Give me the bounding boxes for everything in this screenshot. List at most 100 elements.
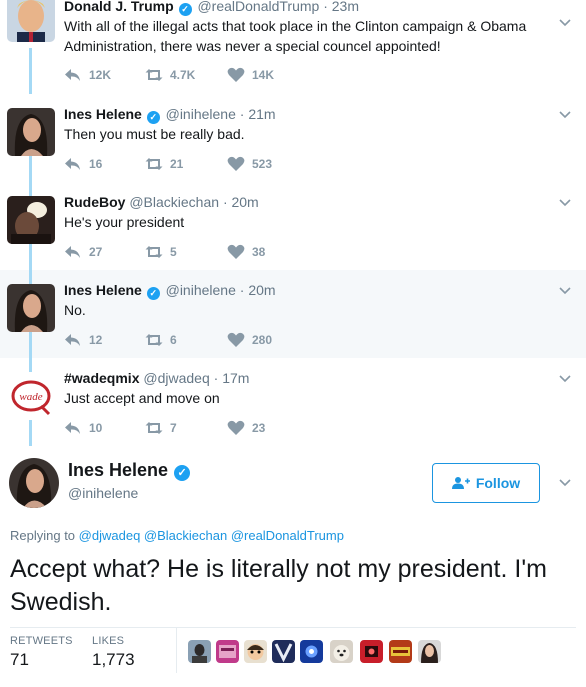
avatar-ines[interactable] xyxy=(7,108,55,156)
like-count: 14K xyxy=(252,68,275,82)
tweet-1[interactable]: Donald J. Trump ✓ @realDonaldTrump · 23m… xyxy=(0,0,586,94)
tweet-time[interactable]: · 17m xyxy=(214,370,250,386)
tweet-header: #wadeqmix @djwadeq · 17m xyxy=(64,370,249,386)
liker-avatar[interactable] xyxy=(360,640,383,663)
liker-avatar[interactable] xyxy=(244,640,267,663)
liker-avatar[interactable] xyxy=(272,640,295,663)
reply-icon xyxy=(65,69,80,81)
author-handle[interactable]: @djwadeq xyxy=(143,370,209,386)
author-handle[interactable]: @realDonaldTrump xyxy=(197,0,319,14)
retweets-label[interactable]: RETWEETS xyxy=(10,635,73,647)
liker-avatar[interactable] xyxy=(300,640,323,663)
retweet-icon xyxy=(145,422,163,434)
avatar-trump[interactable] xyxy=(7,0,55,42)
avatar-rudeboy[interactable] xyxy=(7,196,55,244)
verified-badge-icon: ✓ xyxy=(174,465,191,481)
reply-button[interactable]: 10 xyxy=(64,420,102,436)
reply-count: 12 xyxy=(89,333,103,347)
main-author-name[interactable]: Ines Helene ✓ xyxy=(68,460,192,481)
author-name[interactable]: RudeBoy xyxy=(64,194,125,210)
tweet-text: He's your president xyxy=(64,214,185,230)
tweet-time[interactable]: · 20m xyxy=(240,282,276,298)
author-name[interactable]: Ines Helene xyxy=(64,282,142,298)
retweet-button[interactable]: 7 xyxy=(145,420,177,436)
retweet-count: 21 xyxy=(170,157,184,171)
main-author-name-text[interactable]: Ines Helene xyxy=(68,460,168,480)
retweet-icon xyxy=(145,334,163,346)
tweet-5[interactable]: wade #wadeqmix @djwadeq · 17m Just accep… xyxy=(0,358,586,446)
likes-label[interactable]: LIKES xyxy=(92,635,124,647)
follow-button[interactable]: Follow xyxy=(432,463,540,503)
chevron-down-icon[interactable] xyxy=(558,476,572,490)
author-handle[interactable]: @Blackiechan xyxy=(129,194,219,210)
like-count: 23 xyxy=(252,421,266,435)
chevron-down-icon[interactable] xyxy=(558,108,572,122)
reply-icon xyxy=(65,246,80,258)
liker-avatar[interactable] xyxy=(188,640,211,663)
retweets-value[interactable]: 71 xyxy=(10,650,29,670)
avatar-wadeqmix[interactable]: wade xyxy=(7,372,55,420)
retweet-button[interactable]: 21 xyxy=(145,156,183,172)
heart-icon xyxy=(227,67,245,82)
tweet-text: Just accept and move on xyxy=(64,390,220,406)
reply-button[interactable]: 12K xyxy=(64,67,111,83)
author-name[interactable]: Donald J. Trump xyxy=(64,0,174,14)
author-name[interactable]: #wadeqmix xyxy=(64,370,139,386)
chevron-down-icon[interactable] xyxy=(558,284,572,298)
liker-avatar[interactable] xyxy=(389,640,412,663)
chevron-down-icon[interactable] xyxy=(558,196,572,210)
retweet-count: 4.7K xyxy=(170,68,196,82)
retweet-button[interactable]: 4.7K xyxy=(145,67,195,83)
reply-icon xyxy=(65,158,80,170)
retweet-icon xyxy=(145,158,163,170)
wade-logo-text: wade xyxy=(19,391,42,403)
tweet-header: Ines Helene ✓ @inihelene · 20m xyxy=(64,282,276,300)
retweet-count: 5 xyxy=(170,245,177,259)
author-handle[interactable]: @inihelene xyxy=(166,282,236,298)
verified-badge-icon: ✓ xyxy=(178,3,192,16)
reply-count: 16 xyxy=(89,157,103,171)
tweet-time[interactable]: · 21m xyxy=(240,106,276,122)
tweet-3[interactable]: RudeBoy @Blackiechan · 20m He's your pre… xyxy=(0,182,586,270)
like-button[interactable]: 280 xyxy=(227,332,272,348)
retweet-button[interactable]: 5 xyxy=(145,244,177,260)
main-avatar-ines[interactable] xyxy=(9,458,59,508)
chevron-down-icon[interactable] xyxy=(558,16,572,30)
avatar-ines[interactable] xyxy=(7,284,55,332)
thread-line xyxy=(29,48,32,94)
chevron-down-icon[interactable] xyxy=(558,372,572,386)
stats-separator xyxy=(176,628,177,673)
tweet-time[interactable]: · 23m xyxy=(323,0,359,14)
author-handle[interactable]: @inihelene xyxy=(166,106,236,122)
heart-icon xyxy=(227,156,245,171)
like-button[interactable]: 523 xyxy=(227,156,272,172)
tweet-time[interactable]: · 20m xyxy=(223,194,259,210)
like-button[interactable]: 14K xyxy=(227,67,274,83)
tweet-header: RudeBoy @Blackiechan · 20m xyxy=(64,194,259,210)
likes-value[interactable]: 1,773 xyxy=(92,650,135,670)
author-name[interactable]: Ines Helene xyxy=(64,106,142,122)
tweet-2[interactable]: Ines Helene ✓ @inihelene · 21m Then you … xyxy=(0,94,586,182)
like-button[interactable]: 38 xyxy=(227,244,265,260)
tweet-4[interactable]: Ines Helene ✓ @inihelene · 20m No. 12 6 … xyxy=(0,270,586,358)
retweet-button[interactable]: 6 xyxy=(145,332,177,348)
liker-avatar[interactable] xyxy=(216,640,239,663)
main-author-handle[interactable]: @inihelene xyxy=(68,485,138,501)
reply-button[interactable]: 16 xyxy=(64,156,102,172)
thread-line xyxy=(29,156,32,182)
liker-avatar[interactable] xyxy=(418,640,441,663)
retweet-count: 6 xyxy=(170,333,177,347)
like-button[interactable]: 23 xyxy=(227,420,265,436)
thread-line xyxy=(29,182,32,196)
liker-avatar[interactable] xyxy=(330,640,353,663)
thread-line xyxy=(29,244,32,270)
like-count: 38 xyxy=(252,245,266,259)
thread-line xyxy=(29,270,32,284)
reply-icon xyxy=(65,422,80,434)
thread-line xyxy=(29,358,32,372)
main-tweet-text: Accept what? He is literally not my pres… xyxy=(10,555,547,616)
reply-button[interactable]: 27 xyxy=(64,244,102,260)
replying-mentions[interactable]: @djwadeq @Blackiechan @realDonaldTrump xyxy=(79,528,344,543)
reply-button[interactable]: 12 xyxy=(64,332,102,348)
verified-badge-icon: ✓ xyxy=(146,287,160,300)
